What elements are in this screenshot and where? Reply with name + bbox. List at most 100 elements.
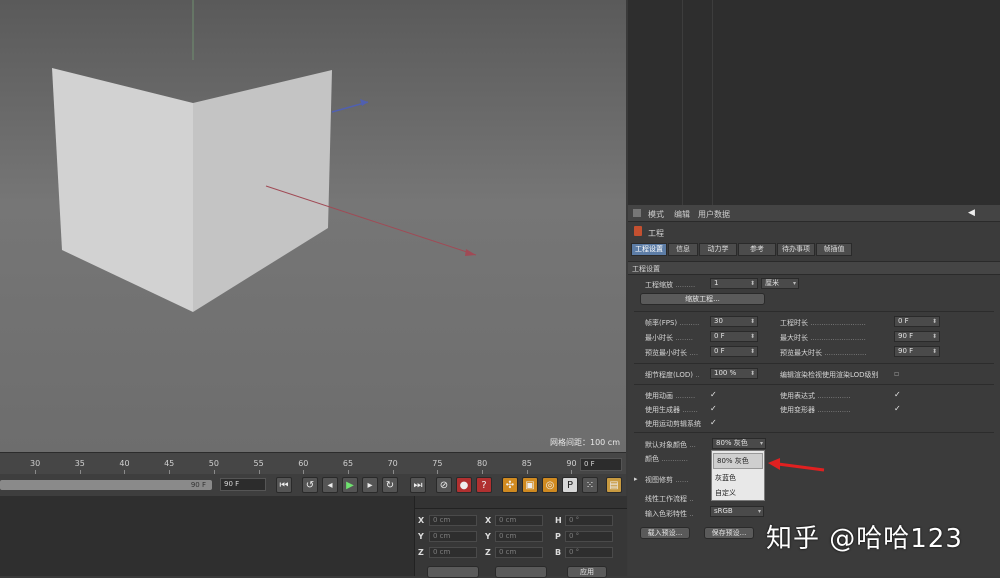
dropdown-option-custom[interactable]: 自定义 <box>715 488 736 498</box>
input-color-select[interactable]: sRGB ▾ <box>710 506 764 517</box>
color-dropdown-menu[interactable]: 80% 灰色 灰蓝色 自定义 <box>711 450 765 501</box>
coord-axis-label: Z <box>418 548 424 557</box>
auto-key-button[interactable]: ? <box>476 477 492 493</box>
current-frame-field[interactable]: 0 F <box>580 458 622 471</box>
coord-axis-label: Y <box>485 532 491 541</box>
min-time-input[interactable]: 0 F ⬍ <box>710 331 758 342</box>
prev-key-button[interactable]: ↺ <box>302 477 318 493</box>
project-length-label: 工程时长 ......................... <box>780 319 866 327</box>
use-gen-checkbox[interactable]: ✓ <box>710 404 719 413</box>
material-manager <box>0 496 414 576</box>
scale-label: 工程缩放 ......... <box>645 281 696 289</box>
transport-bar: 90 F 90 F ⏮ ↺ ◂ ▶ ▸ ↻ ⏭ ⊘ ● ? ✣ ▣ ◎ P ⁙ … <box>0 474 626 496</box>
tab-reference[interactable]: 参考 <box>738 243 776 256</box>
scale-input[interactable]: 1 ⬍ <box>710 278 758 289</box>
default-color-select[interactable]: 80% 灰色 ▾ <box>712 438 766 449</box>
coord-axis-label: Z <box>485 548 491 557</box>
next-frame-button[interactable]: ▸ <box>362 477 378 493</box>
preview-max-input[interactable]: 90 F ⬍ <box>894 346 940 357</box>
section-title: 工程设置 <box>632 265 660 273</box>
coord-value-field[interactable]: 0 cm <box>495 531 543 542</box>
record-button[interactable]: ● <box>456 477 472 493</box>
grid-spacing-readout: 网格间距：100 cm <box>549 438 620 447</box>
3d-viewport[interactable]: 网格间距：100 cm <box>0 0 626 452</box>
timeline-tick-label: 60 <box>298 459 309 468</box>
coord-value-field[interactable]: 0 cm <box>495 515 543 526</box>
coordinates-manager: X0 cm X 0 cm H 0 ° Y 0 cm Y 0 cm P 0 ° Z 0 cm Z 0 cm B 0… <box>414 496 627 578</box>
z-axis-arrowhead <box>360 99 368 106</box>
scale-unit-select[interactable]: 厘米 ▾ <box>761 278 799 289</box>
use-deform-checkbox[interactable]: ✓ <box>894 404 903 413</box>
menu-userdata[interactable]: 用户数据 <box>698 209 730 220</box>
next-key-button[interactable]: ↻ <box>382 477 398 493</box>
annotation-arrow <box>768 458 825 472</box>
coords-size-button[interactable] <box>495 566 547 578</box>
tab-dynamics[interactable]: 动力学 <box>699 243 737 256</box>
x-axis-arrowhead <box>465 249 476 256</box>
cube-right-face <box>193 70 332 312</box>
use-expr-checkbox[interactable]: ✓ <box>894 390 903 399</box>
fps-label: 帧率(FPS) ......... <box>645 319 700 327</box>
use-anim-checkbox[interactable]: ✓ <box>710 390 719 399</box>
param-key-icon[interactable]: ⁙ <box>582 477 598 493</box>
timeline-tick-label: 90 <box>566 459 577 468</box>
coord-value-field[interactable]: 0 cm <box>429 531 477 542</box>
expand-arrow-icon[interactable]: ▸ <box>634 475 638 483</box>
use-motion-label: 使用运动剪辑系统 <box>645 420 701 428</box>
coord-value-field[interactable]: 0 ° <box>565 515 613 526</box>
min-time-label: 最小时长 ........ <box>645 334 694 342</box>
end-frame-field[interactable]: 90 F <box>220 478 266 491</box>
lod-input[interactable]: 100 % ⬍ <box>710 368 758 379</box>
object-header: 工程 <box>648 229 664 238</box>
coords-mode-button[interactable] <box>427 566 479 578</box>
save-preset-button[interactable]: 保存预设... <box>704 527 754 539</box>
preview-min-input[interactable]: 0 F ⬍ <box>710 346 758 357</box>
coord-value-field[interactable]: 0 cm <box>429 547 477 558</box>
back-arrow-icon[interactable]: ◀ <box>968 208 975 218</box>
key-lock-icon[interactable]: ⊘ <box>436 477 452 493</box>
column-divider <box>712 0 713 205</box>
scale-key-icon[interactable]: ▣ <box>522 477 538 493</box>
coord-axis-label: Y <box>418 532 424 541</box>
go-to-end-button[interactable]: ⏭ <box>410 477 426 493</box>
scale-project-button[interactable]: 缩放工程... <box>640 293 765 305</box>
timeline-tick-label: 65 <box>342 459 354 468</box>
menu-mode[interactable]: 模式 <box>648 209 664 220</box>
coord-value-field[interactable]: 0 ° <box>565 531 613 542</box>
tab-todo[interactable]: 待办事项 <box>777 243 815 256</box>
tab-frame-interp[interactable]: 帧插值 <box>816 243 852 256</box>
lod-render-checkbox[interactable]: ▫ <box>894 369 903 378</box>
color-label: 颜色 ............ <box>645 455 688 463</box>
apply-button[interactable]: 应用 <box>567 566 607 578</box>
coord-value-field[interactable]: 0 ° <box>565 547 613 558</box>
rotate-key-icon[interactable]: ◎ <box>542 477 558 493</box>
prev-frame-button[interactable]: ◂ <box>322 477 338 493</box>
timeline-ruler[interactable]: 30 35 40 45 50 55 60 65 70 75 80 85 90 0 F <box>0 452 626 475</box>
project-length-input[interactable]: 0 F ⬍ <box>894 316 940 327</box>
use-motion-checkbox[interactable]: ✓ <box>710 418 719 427</box>
point-key-icon[interactable]: P <box>562 477 578 493</box>
tab-info[interactable]: 信息 <box>668 243 698 256</box>
timeline-icon[interactable]: ▤ <box>606 477 622 493</box>
load-preset-button[interactable]: 载入预设... <box>640 527 690 539</box>
play-button[interactable]: ▶ <box>342 477 358 493</box>
coord-axis-label: X <box>485 516 492 525</box>
dropdown-option-blue-gray[interactable]: 灰蓝色 <box>715 473 736 483</box>
max-time-input[interactable]: 90 F ⬍ <box>894 331 940 342</box>
object-manager[interactable] <box>628 0 1000 205</box>
coord-value-field[interactable]: 0 cm <box>495 547 543 558</box>
timeline-tick-label: 70 <box>387 459 398 468</box>
tab-project-settings[interactable]: 工程设置 <box>631 243 667 256</box>
coord-value-field[interactable]: 0 cm <box>429 515 477 526</box>
move-key-icon[interactable]: ✣ <box>502 477 518 493</box>
project-icon <box>634 226 642 236</box>
use-gen-label: 使用生成器 ....... <box>645 406 698 414</box>
go-to-start-button[interactable]: ⏮ <box>276 477 292 493</box>
frame-range-slider[interactable]: 90 F <box>0 480 212 490</box>
dropdown-option-gray[interactable]: 80% 灰色 <box>713 453 763 469</box>
coord-axis-label: X <box>418 516 425 525</box>
input-color-label: 输入色彩特性 .. <box>645 510 694 518</box>
menu-edit[interactable]: 编辑 <box>674 209 690 220</box>
fps-input[interactable]: 30 ⬍ <box>710 316 758 327</box>
separator <box>634 384 994 385</box>
